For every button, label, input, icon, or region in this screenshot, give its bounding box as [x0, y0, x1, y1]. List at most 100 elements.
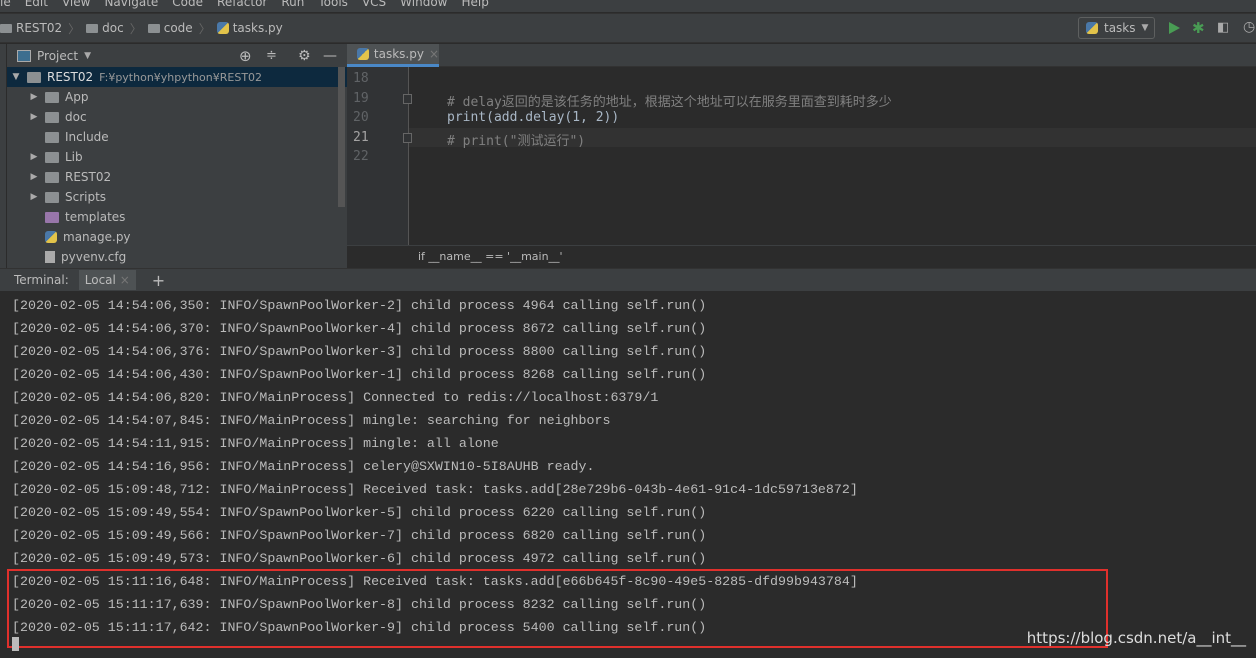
folder-icon [45, 151, 59, 163]
tree-item[interactable]: Include [7, 127, 347, 147]
breadcrumb-label: doc [102, 21, 124, 35]
breadcrumb-item[interactable]: REST02 [0, 21, 62, 35]
terminal-line: [2020-02-05 14:54:16,956: INFO/MainProce… [12, 459, 595, 474]
menu-item[interactable]: Run [281, 0, 304, 9]
run-config-label: tasks [1104, 21, 1136, 35]
menu-item[interactable]: Navigate [104, 0, 158, 9]
python-file-icon [45, 231, 57, 243]
expand-right-icon[interactable]: ▶ [29, 192, 39, 202]
add-terminal-button[interactable]: + [152, 271, 165, 290]
expand-right-icon[interactable]: ▶ [29, 152, 39, 162]
breadcrumb-item[interactable]: tasks.py [216, 21, 283, 35]
chevron-right-icon: 〉 [129, 21, 142, 36]
tab-tasks-py[interactable]: tasks.py × [347, 44, 439, 67]
line-number: 22 [353, 149, 369, 164]
tree-item[interactable]: templates [7, 207, 347, 227]
tab-label: Local [84, 273, 116, 287]
project-icon [17, 49, 31, 62]
project-title[interactable]: Project [37, 49, 78, 63]
terminal-line: [2020-02-05 15:09:49,566: INFO/SpawnPool… [12, 528, 707, 543]
expand-right-icon[interactable]: ▶ [29, 112, 39, 122]
menu-item[interactable]: Window [400, 0, 447, 9]
tree-label: manage.py [63, 230, 131, 244]
tree-root[interactable]: ▼ REST02 F:¥python¥yhpython¥REST02 [7, 67, 347, 87]
menu-bar: le Edit View Navigate Code Refactor Run Tools VC… [0, 0, 1256, 12]
tool-window-strip [0, 44, 7, 268]
tree-item[interactable]: ▶ Lib [7, 147, 347, 167]
tree-item[interactable]: ▶ Scripts [7, 187, 347, 207]
expand-down-icon[interactable]: ▼ [11, 72, 21, 82]
profile-icon[interactable]: ◷ [1243, 19, 1255, 35]
tree-item[interactable]: ▶ REST02 [7, 167, 347, 187]
terminal-line: [2020-02-05 14:54:06,370: INFO/SpawnPool… [12, 321, 707, 336]
menu-item[interactable]: Code [172, 0, 203, 9]
menu-item[interactable]: Refactor [217, 0, 267, 9]
menu-item[interactable]: View [62, 0, 90, 9]
root-label: REST02 [47, 70, 94, 84]
tree-item[interactable]: ▶ doc [7, 107, 347, 127]
menu-item[interactable]: Edit [25, 0, 48, 9]
code-editor[interactable]: 18 19 20 21 22 # delay返回的是该任务的地址，根据这个地址可以在服务… [347, 67, 1256, 245]
python-file-icon [216, 22, 229, 34]
menu-item[interactable]: VCS [362, 0, 386, 9]
highlight-box [7, 569, 1108, 648]
tree-label: Include [65, 130, 109, 144]
file-icon [45, 251, 55, 263]
tree-item[interactable]: ▶ App [7, 87, 347, 107]
tree-label: Scripts [65, 190, 107, 204]
terminal-header: Terminal: Local × + [0, 268, 1256, 291]
folder-icon [86, 23, 99, 33]
tree-scrollbar[interactable] [338, 67, 345, 207]
tree-label: doc [65, 110, 87, 124]
folder-icon [0, 23, 12, 33]
close-icon[interactable]: × [429, 47, 439, 61]
breadcrumb-label: REST02 [16, 21, 63, 35]
folder-icon [45, 191, 59, 203]
expand-right-icon[interactable]: ▶ [29, 92, 39, 102]
code-line[interactable]: # print("测试运行") [447, 130, 585, 149]
locate-icon[interactable]: ⊕ [239, 47, 252, 65]
folder-icon [45, 111, 59, 123]
close-icon[interactable]: × [120, 273, 130, 287]
debug-icon[interactable]: ✱ [1192, 19, 1205, 37]
chevron-down-icon[interactable]: ▼ [84, 51, 91, 61]
breadcrumb-item[interactable]: doc [86, 21, 124, 35]
folder-icon [27, 71, 41, 83]
terminal-line: [2020-02-05 15:09:49,573: INFO/SpawnPool… [12, 551, 707, 566]
tab-local[interactable]: Local × [78, 270, 136, 290]
tree-label: App [65, 90, 89, 104]
code-line[interactable]: # delay返回的是该任务的地址，根据这个地址可以在服务里面查到耗时多少 [447, 91, 892, 110]
folder-icon [147, 23, 160, 33]
terminal-line: [2020-02-05 15:09:48,712: INFO/MainProce… [12, 482, 858, 497]
code-line[interactable]: print(add.delay(1, 2)) [447, 110, 619, 125]
tree-item[interactable]: pyvenv.cfg [7, 247, 347, 267]
python-icon [1086, 22, 1098, 34]
fold-icon[interactable] [403, 132, 412, 143]
tree-item[interactable]: manage.py [7, 227, 347, 247]
gutter: 18 19 20 21 22 [347, 67, 409, 245]
folder-icon [45, 91, 59, 103]
menu-item[interactable]: le [0, 0, 11, 9]
gear-icon[interactable]: ⚙ [298, 48, 311, 64]
terminal-line: [2020-02-05 14:54:06,820: INFO/MainProce… [12, 390, 659, 405]
menu-item[interactable]: Tools [318, 0, 348, 9]
breadcrumb-label: tasks.py [232, 21, 283, 35]
project-header: Project ▼ ⊕ ≑ ⚙ — [7, 44, 347, 67]
expand-right-icon[interactable]: ▶ [29, 172, 39, 182]
run-config-select[interactable]: tasks ▼ [1078, 17, 1155, 39]
terminal-line: [2020-02-05 15:09:49,554: INFO/SpawnPool… [12, 505, 707, 520]
line-number: 18 [353, 71, 369, 86]
folder-icon [45, 131, 59, 143]
fold-icon[interactable] [403, 93, 412, 104]
run-icon[interactable] [1169, 22, 1180, 34]
chevron-right-icon: 〉 [198, 21, 211, 36]
collapse-icon[interactable]: ≑ [266, 48, 277, 63]
folder-icon [45, 211, 59, 223]
code-context-breadcrumb[interactable]: if __name__ == '__main__' [347, 245, 1256, 268]
breadcrumb-item[interactable]: code [147, 21, 193, 35]
menu-item[interactable]: Help [461, 0, 488, 9]
python-file-icon [357, 48, 369, 60]
coverage-icon[interactable]: ◧ [1217, 20, 1229, 35]
minimize-icon[interactable]: — [323, 48, 337, 64]
tree-label: pyvenv.cfg [61, 250, 127, 264]
